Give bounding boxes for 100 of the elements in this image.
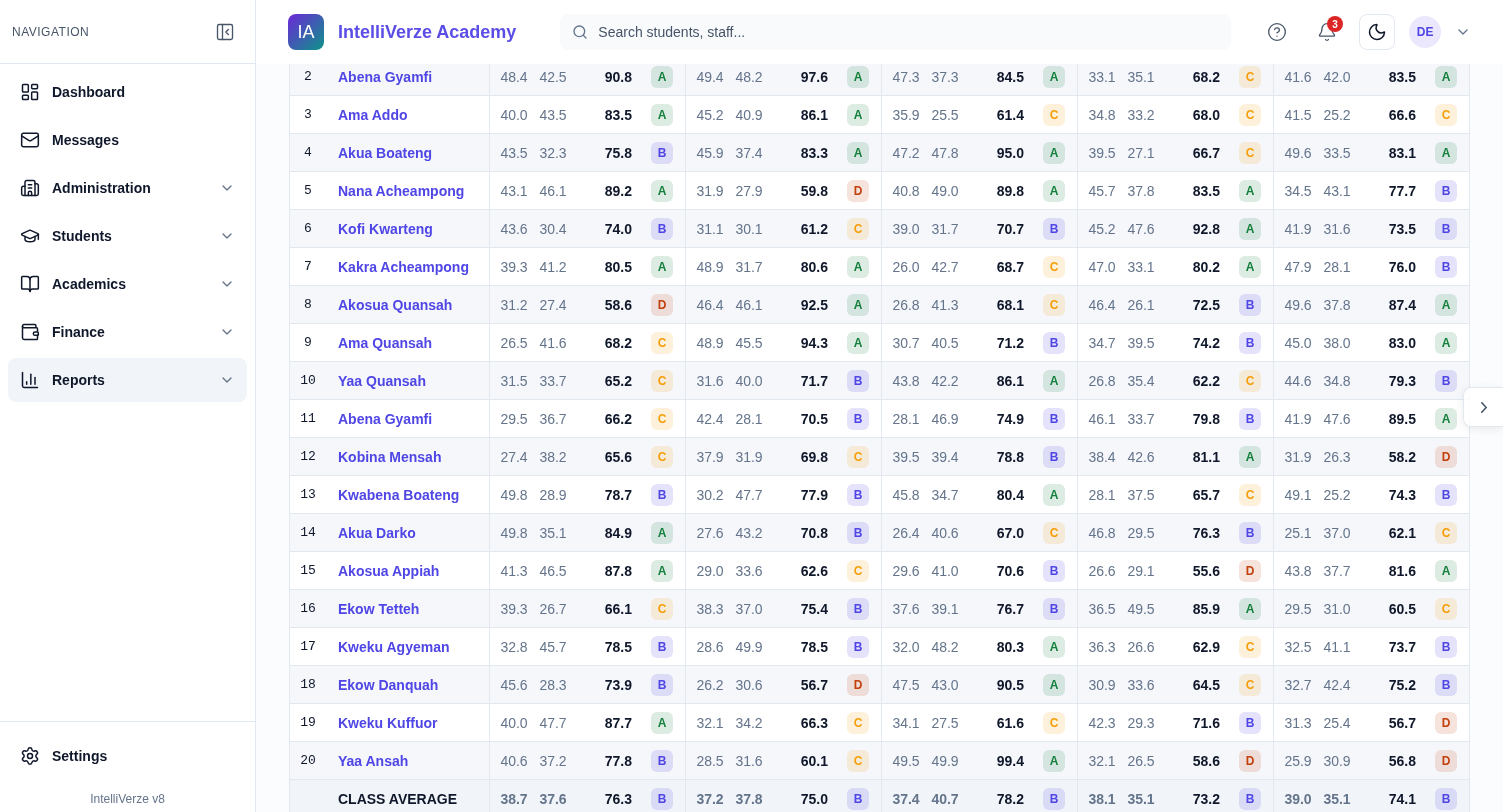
score-cell-text: 49.9 (930, 751, 960, 771)
score-cell-text: 43.8 (1283, 561, 1313, 581)
user-avatar[interactable]: DE (1409, 16, 1442, 48)
nav-item[interactable]: Administration (8, 166, 247, 210)
student-name-link[interactable]: Nana Acheampong (326, 172, 490, 209)
row-number: 20 (299, 752, 317, 770)
total-cell-text: 65.7 (1191, 485, 1221, 505)
total-cell-text: 66.2 (603, 409, 633, 429)
student-name-link[interactable]: Ama Addo (326, 96, 490, 133)
student-name-link[interactable]: Kobina Mensah (326, 438, 490, 475)
score-cell-text: 45.8 (891, 485, 921, 505)
total-cell-text: 76.3 (1191, 523, 1221, 543)
score-cell-text: 49.1 (1283, 485, 1313, 505)
score-cell-text: 37.3 (930, 67, 960, 87)
score-cell-text: 25.5 (930, 105, 960, 125)
row-number: 11 (299, 410, 317, 428)
student-name-link[interactable]: Ekow Tetteh (326, 590, 490, 627)
total-cell-text: 65.6 (603, 447, 633, 467)
total-cell-text: 73.7 (1387, 637, 1417, 657)
total-cell-text: 74.9 (995, 409, 1025, 429)
nav-item[interactable]: Messages (8, 118, 247, 162)
score-cell-text: 27.1 (1126, 143, 1156, 163)
student-name-link[interactable]: Ekow Danquah (326, 666, 490, 703)
student-name-link[interactable]: Kwabena Boateng (326, 476, 490, 513)
score-cell-text: 27.4 (538, 295, 568, 315)
score-cell-text: 38.0 (1322, 333, 1352, 353)
nav-item[interactable]: Dashboard (8, 70, 247, 114)
bell-icon (1317, 22, 1338, 42)
search-field[interactable]: Search students, staff... (560, 14, 1232, 50)
grade-badge: A (847, 255, 869, 278)
student-name-link[interactable]: Kakra Acheampong (326, 248, 490, 285)
theme-toggle-button[interactable] (1359, 14, 1396, 50)
collapse-sidebar-icon[interactable] (215, 21, 235, 42)
student-name-link[interactable]: Kweku Agyeman (326, 628, 490, 665)
row-number: 6 (303, 220, 313, 238)
total-cell-text: 97.6 (799, 67, 829, 87)
grade-badge: B (847, 483, 869, 506)
total-cell-text: 78.2 (995, 789, 1025, 809)
student-name-link[interactable]: Kofi Kwarteng (326, 210, 490, 247)
score-cell-text: 40.5 (930, 333, 960, 353)
total-cell-text: 80.5 (603, 257, 633, 277)
score-cell-text: 33.7 (1126, 409, 1156, 429)
nav-item[interactable]: Reports (8, 358, 247, 402)
grade-badge: B (1043, 331, 1065, 354)
grade-badge: B (1239, 787, 1261, 810)
score-cell-text: 41.9 (1283, 409, 1313, 429)
score-cell-text: 39.3 (499, 257, 529, 277)
grade-badge: B (1043, 217, 1065, 240)
student-name-link[interactable]: Abena Gyamfi (326, 64, 490, 95)
nav-item[interactable]: Academics (8, 262, 247, 306)
score-cell-text: 42.0 (1322, 67, 1352, 87)
grade-badge: A (847, 331, 869, 354)
settings-icon (20, 746, 40, 766)
student-name-link[interactable]: Akua Boateng (326, 134, 490, 171)
total-cell-text: 73.2 (1191, 789, 1221, 809)
score-cell-text: 34.8 (1322, 371, 1352, 391)
student-name-link[interactable]: Ama Quansah (326, 324, 490, 361)
settings-item[interactable]: Settings (8, 734, 247, 778)
student-name-link[interactable]: Yaa Quansah (326, 362, 490, 399)
nav-item[interactable]: Students (8, 214, 247, 258)
search-input[interactable]: Search students, staff... (596, 23, 1220, 41)
student-name-link[interactable]: Akua Darko (326, 514, 490, 551)
grade-badge: B (847, 787, 869, 810)
total-cell-text: 71.7 (799, 371, 829, 391)
total-cell-text: 83.5 (1191, 181, 1221, 201)
student-name-link[interactable]: Akosua Quansah (326, 286, 490, 323)
student-name-link[interactable]: Abena Gyamfi (326, 400, 490, 437)
total-cell-text: 74.1 (1387, 789, 1417, 809)
score-cell-text: 26.4 (891, 523, 921, 543)
score-cell-text: 37.4 (734, 143, 764, 163)
total-cell-text: 79.3 (1387, 371, 1417, 391)
score-cell-text: 32.5 (1283, 637, 1313, 657)
grade-badge: B (1435, 483, 1457, 506)
grade-badge: A (651, 521, 673, 544)
grade-badge: A (1435, 65, 1457, 88)
score-cell-text: 31.6 (695, 371, 725, 391)
grade-badge: A (1043, 483, 1065, 506)
grade-badge: B (847, 369, 869, 392)
nav-item[interactable]: Finance (8, 310, 247, 354)
score-cell-text: 26.6 (1087, 561, 1117, 581)
student-name-link[interactable]: Yaa Ansah (326, 742, 490, 779)
score-cell-text: 30.9 (1322, 751, 1352, 771)
grade-badge: B (651, 749, 673, 772)
student-name-link[interactable]: Kweku Kuffuor (326, 704, 490, 741)
student-name-link[interactable]: Akosua Appiah (326, 552, 490, 589)
grade-badge: A (1239, 255, 1261, 278)
total-cell-text: 92.8 (1191, 219, 1221, 239)
score-cell-text: 47.3 (891, 67, 921, 87)
score-cell-text: 28.1 (891, 409, 921, 429)
total-cell-text: 74.0 (603, 219, 633, 239)
score-cell-text: 29.5 (1283, 599, 1313, 619)
score-cell-text: 32.8 (499, 637, 529, 657)
grade-badge: C (1043, 293, 1065, 316)
grade-badge: A (651, 65, 673, 88)
total-cell-text: 81.6 (1387, 561, 1417, 581)
total-cell-text: 83.5 (603, 105, 633, 125)
total-cell-text: 77.9 (799, 485, 829, 505)
chevron-right-icon (1480, 401, 1487, 413)
graduation-cap-icon (20, 226, 40, 246)
score-cell-text: 46.1 (1087, 409, 1117, 429)
